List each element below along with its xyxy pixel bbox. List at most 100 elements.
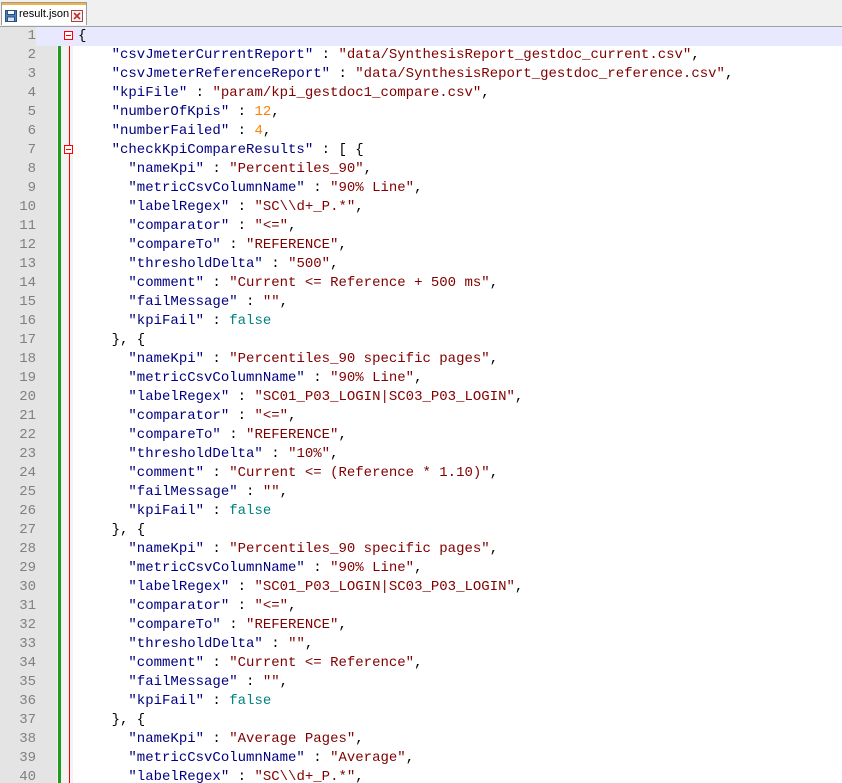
code-line[interactable]: 37 }, { [0,711,842,730]
code-line[interactable]: 24 "comment" : "Current <= (Reference * … [0,464,842,483]
json-string: "REFERENCE" [246,427,339,443]
close-icon[interactable] [71,9,83,22]
code-line[interactable]: 39 "metricCsvColumnName" : "Average", [0,749,842,768]
json-string: "500" [288,256,331,272]
json-key: "kpiFail" [78,313,205,329]
tab-result-json[interactable]: result.json [1,2,87,25]
code-line[interactable]: 15 "failMessage" : "", [0,293,842,312]
json-string: "Current <= Reference" [229,655,415,671]
code-line[interactable]: 40 "labelRegex" : "SC\\d+_P.*", [0,768,842,783]
line-text: "comparator" : "<=", [78,597,296,616]
code-line[interactable]: 29 "metricCsvColumnName" : "90% Line", [0,559,842,578]
code-line[interactable]: 7 "checkKpiCompareResults" : [ { [0,141,842,160]
line-number: 35 [19,674,36,690]
json-punctuation: : [229,579,255,595]
code-line[interactable]: 34 "comment" : "Current <= Reference", [0,654,842,673]
code-line[interactable]: 4 "kpiFile" : "param/kpi_gestdoc1_compar… [0,84,842,103]
code-line[interactable]: 31 "comparator" : "<=", [0,597,842,616]
line-number: 26 [19,503,36,519]
code-line[interactable]: 36 "kpiFail" : false [0,692,842,711]
code-line[interactable]: 33 "thresholdDelta" : "", [0,635,842,654]
code-line[interactable]: 12 "compareTo" : "REFERENCE", [0,236,842,255]
fold-collapse-icon[interactable] [64,145,73,154]
json-key: "comparator" [78,408,230,424]
code-line[interactable]: 38 "nameKpi" : "Average Pages", [0,730,842,749]
fold-collapse-icon[interactable] [64,31,73,40]
code-line[interactable]: 11 "comparator" : "<=", [0,217,842,236]
json-key: "comment" [78,465,205,481]
json-punctuation: , [414,560,423,576]
code-line[interactable]: 8 "nameKpi" : "Percentiles_90", [0,160,842,179]
json-string: "10%" [288,446,331,462]
code-line[interactable]: 32 "compareTo" : "REFERENCE", [0,616,842,635]
code-line[interactable]: 18 "nameKpi" : "Percentiles_90 specific … [0,350,842,369]
code-line[interactable]: 3 "csvJmeterReferenceReport" : "data/Syn… [0,65,842,84]
code-line[interactable]: 2 "csvJmeterCurrentReport" : "data/Synth… [0,46,842,65]
json-punctuation: , [338,237,347,253]
line-number: 25 [19,484,36,500]
line-text: "failMessage" : "", [78,293,288,312]
json-punctuation: }, { [78,712,146,728]
code-line[interactable]: 25 "failMessage" : "", [0,483,842,502]
json-string: "SC01_P03_LOGIN|SC03_P03_LOGIN" [254,579,515,595]
code-line[interactable]: 27 }, { [0,521,842,540]
json-punctuation: { [78,28,87,44]
code-line[interactable]: 22 "compareTo" : "REFERENCE", [0,426,842,445]
line-number: 8 [27,161,36,177]
save-disk-icon [5,9,17,22]
json-string: "Percentiles_90 specific pages" [229,541,490,557]
json-string: "" [288,636,305,652]
json-punctuation: : [187,85,213,101]
json-key: "numberFailed" [78,123,230,139]
json-punctuation: , [330,256,339,272]
json-key: "labelRegex" [78,769,230,783]
json-key: "csvJmeterCurrentReport" [78,47,314,63]
json-punctuation: , [405,750,415,766]
json-key: "thresholdDelta" [78,256,263,272]
json-punctuation: : [204,503,230,519]
line-text: "checkKpiCompareResults" : [ { [78,141,364,160]
line-number: 32 [19,617,36,633]
editor-text-area[interactable]: 1{2 "csvJmeterCurrentReport" : "data/Syn… [0,27,842,783]
code-line[interactable]: 1{ [0,27,842,46]
json-string: "REFERENCE" [246,237,339,253]
code-line[interactable]: 26 "kpiFail" : false [0,502,842,521]
line-text: "failMessage" : "", [78,483,288,502]
json-key: "nameKpi" [78,161,205,177]
code-line[interactable]: 13 "thresholdDelta" : "500", [0,255,842,274]
code-line[interactable]: 17 }, { [0,331,842,350]
code-line[interactable]: 35 "failMessage" : "", [0,673,842,692]
json-punctuation: : [220,427,247,443]
json-punctuation: : [204,161,230,177]
json-key: "kpiFail" [78,693,205,709]
line-text: "kpiFail" : false [78,692,271,711]
line-number: 2 [27,47,36,63]
json-punctuation: , [355,769,364,783]
line-text: "compareTo" : "REFERENCE", [78,616,346,635]
line-text: "comment" : "Current <= (Reference * 1.1… [78,464,498,483]
line-text: "numberOfKpis" : 12, [78,103,280,122]
code-line[interactable]: 19 "metricCsvColumnName" : "90% Line", [0,369,842,388]
json-punctuation: : [204,351,230,367]
code-line[interactable]: 6 "numberFailed" : 4, [0,122,842,141]
line-text: "compareTo" : "REFERENCE", [78,426,346,445]
code-line[interactable]: 14 "comment" : "Current <= Reference + 5… [0,274,842,293]
line-number: 39 [19,750,36,766]
code-line[interactable]: 9 "metricCsvColumnName" : "90% Line", [0,179,842,198]
code-line[interactable]: 30 "labelRegex" : "SC01_P03_LOGIN|SC03_P… [0,578,842,597]
json-key: "comparator" [78,598,230,614]
code-line[interactable]: 16 "kpiFail" : false [0,312,842,331]
code-line[interactable]: 5 "numberOfKpis" : 12, [0,103,842,122]
json-punctuation: : [229,769,255,783]
code-line[interactable]: 10 "labelRegex" : "SC\\d+_P.*", [0,198,842,217]
line-text: }, { [78,711,146,730]
line-number: 31 [19,598,36,614]
code-line[interactable]: 21 "comparator" : "<=", [0,407,842,426]
code-line[interactable]: 20 "labelRegex" : "SC01_P03_LOGIN|SC03_P… [0,388,842,407]
code-line[interactable]: 23 "thresholdDelta" : "10%", [0,445,842,464]
json-boolean: false [229,693,272,709]
line-number: 13 [19,256,36,272]
code-line[interactable]: 28 "nameKpi" : "Percentiles_90 specific … [0,540,842,559]
json-key: "csvJmeterReferenceReport" [78,66,331,82]
line-text: }, { [78,331,146,350]
